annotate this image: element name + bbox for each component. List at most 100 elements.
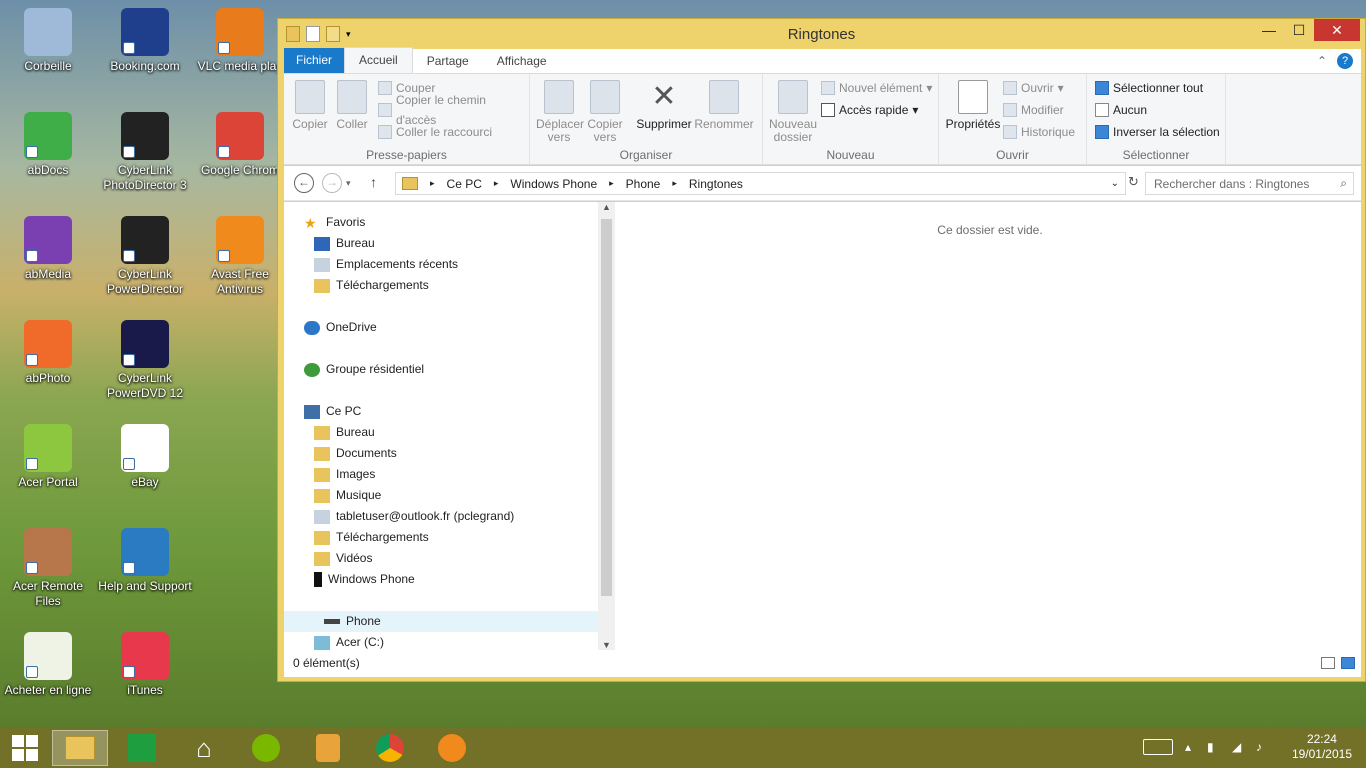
minimize-button[interactable]: —: [1254, 19, 1284, 41]
clock[interactable]: 22:24 19/01/2015: [1292, 732, 1352, 762]
taskbar-file-explorer[interactable]: [52, 730, 108, 766]
volume-icon[interactable]: ♪: [1256, 740, 1262, 754]
open-button[interactable]: Ouvrir ▾: [1003, 78, 1064, 98]
desktop-icon-acer-portal[interactable]: Acer Portal: [0, 424, 96, 490]
move-to-button[interactable]: Déplacer vers: [536, 80, 584, 144]
desktop-icon-abdocs[interactable]: abDocs: [0, 112, 96, 178]
nav-pc-desktop[interactable]: Bureau: [314, 422, 375, 443]
tab-file[interactable]: Fichier: [284, 48, 345, 73]
breadcrumb-this-pc[interactable]: Ce PC: [447, 177, 482, 191]
desktop-icon-vlc[interactable]: VLC media play: [192, 8, 288, 74]
desktop-icon-powerdvd[interactable]: CyberLink PowerDVD 12: [97, 320, 193, 401]
desktop-icon-chrome[interactable]: Google Chrom: [192, 112, 288, 178]
copy-path-button[interactable]: Copier le chemin d'accès: [378, 93, 529, 127]
paste-shortcut-button[interactable]: Coller le raccourci: [378, 122, 492, 142]
battery-icon[interactable]: ▮: [1207, 740, 1214, 754]
scrollbar-thumb[interactable]: [601, 219, 612, 596]
history-button[interactable]: Historique: [1003, 122, 1075, 142]
easy-access-button[interactable]: Accès rapide ▾: [821, 100, 918, 120]
nav-pc-user-account[interactable]: tabletuser@outlook.fr (pclegrand): [314, 506, 514, 527]
nav-recent[interactable]: Emplacements récents: [314, 254, 458, 275]
nav-homegroup[interactable]: Groupe résidentiel: [304, 359, 424, 380]
desktop-icon-avast[interactable]: Avast Free Antivirus: [192, 216, 288, 297]
taskbar-home[interactable]: ⌂: [176, 730, 232, 766]
delete-button[interactable]: ✕ Supprimer: [634, 80, 694, 131]
nav-pc-downloads[interactable]: Téléchargements: [314, 527, 429, 548]
shortcut-arrow-icon: [123, 42, 135, 54]
breadcrumb-phone[interactable]: Phone: [626, 177, 661, 191]
tab-share[interactable]: Partage: [413, 49, 483, 73]
desktop-icon-recycle-bin[interactable]: Corbeille: [0, 8, 96, 74]
new-item-button[interactable]: Nouvel élément ▾: [821, 78, 932, 98]
nav-pc-music[interactable]: Musique: [314, 485, 381, 506]
title-bar[interactable]: ▾ Ringtones — ☐ ✕: [278, 19, 1365, 49]
copy-button[interactable]: Copier: [290, 80, 330, 131]
desktop-icon-itunes[interactable]: iTunes: [97, 632, 193, 698]
nav-pc-documents[interactable]: Documents: [314, 443, 397, 464]
breadcrumb-ringtones[interactable]: Ringtones: [689, 177, 743, 191]
breadcrumb-windows-phone[interactable]: Windows Phone: [510, 177, 597, 191]
hard-drive-icon: [314, 635, 330, 650]
chevron-up-icon[interactable]: ▴: [1185, 740, 1191, 754]
move-to-icon: [544, 80, 574, 114]
chevron-down-icon[interactable]: ⌄: [1111, 178, 1119, 189]
search-input[interactable]: Rechercher dans : Ringtones ⌕: [1145, 172, 1354, 195]
paste-button[interactable]: Coller: [332, 80, 372, 131]
nav-pc-videos[interactable]: Vidéos: [314, 548, 372, 569]
rename-button[interactable]: Renommer: [694, 80, 754, 131]
desktop-icon-booking[interactable]: Booking.com: [97, 8, 193, 74]
shortcut-arrow-icon: [218, 42, 230, 54]
nav-desktop[interactable]: Bureau: [314, 233, 375, 254]
nav-onedrive[interactable]: OneDrive: [304, 317, 377, 338]
taskbar-chrome[interactable]: [362, 730, 418, 766]
desktop-icon-label: Acer Portal: [18, 475, 78, 489]
up-button[interactable]: ↑: [370, 174, 377, 190]
invert-selection-button[interactable]: Inverser la sélection: [1095, 122, 1220, 142]
large-icons-view-icon[interactable]: [1341, 657, 1355, 669]
nav-phone[interactable]: Phone: [284, 611, 598, 632]
select-none-button[interactable]: Aucun: [1095, 100, 1147, 120]
desktop-icon-ebay[interactable]: eBay: [97, 424, 193, 490]
properties-button[interactable]: Propriétés: [943, 80, 1003, 131]
tab-view[interactable]: Affichage: [483, 49, 561, 73]
copy-to-button[interactable]: Copier vers: [582, 80, 628, 144]
nav-windows-phone[interactable]: Windows Phone: [314, 569, 415, 590]
desktop-icon-photodirector[interactable]: CyberLink PhotoDirector 3: [97, 112, 193, 193]
edit-button[interactable]: Modifier: [1003, 100, 1064, 120]
help-icon[interactable]: ?: [1337, 53, 1353, 69]
itunes-icon: [121, 632, 169, 680]
desktop-icon-help-support[interactable]: Help and Support: [97, 528, 193, 594]
new-folder-button[interactable]: Nouveau dossier: [769, 80, 817, 144]
folder-icon: [314, 488, 330, 503]
address-path[interactable]: ▸ Ce PC ▸ Windows Phone ▸ Phone ▸ Ringto…: [395, 172, 1126, 195]
keyboard-icon[interactable]: [1143, 739, 1173, 755]
desktop-icon-acer-store[interactable]: Acheter en ligne: [0, 632, 96, 698]
recent-locations-icon[interactable]: ▾: [346, 178, 351, 189]
close-button[interactable]: ✕: [1314, 19, 1360, 41]
nav-favorites[interactable]: ★ Favoris: [304, 212, 365, 233]
desktop-icon-abmedia[interactable]: abMedia: [0, 216, 96, 282]
desktop-icon-powerdirector[interactable]: CyberLink PowerDirector: [97, 216, 193, 297]
chevron-down-icon[interactable]: ▼: [598, 640, 615, 650]
refresh-icon[interactable]: ↻: [1128, 174, 1144, 194]
network-icon[interactable]: ◢: [1232, 740, 1241, 754]
desktop-icon-abphoto[interactable]: abPhoto: [0, 320, 96, 386]
details-view-icon[interactable]: [1321, 657, 1335, 669]
maximize-button[interactable]: ☐: [1284, 19, 1314, 41]
desktop-icon-acer-remote-files[interactable]: Acer Remote Files: [0, 528, 96, 609]
taskbar-notes[interactable]: [300, 730, 356, 766]
nav-downloads[interactable]: Téléchargements: [314, 275, 429, 296]
tab-home[interactable]: Accueil: [344, 47, 413, 73]
start-button[interactable]: [0, 730, 50, 766]
taskbar-avast[interactable]: [424, 730, 480, 766]
taskbar-spotify[interactable]: [238, 730, 294, 766]
forward-button[interactable]: →: [322, 173, 342, 193]
chevron-up-icon[interactable]: ⌃: [1317, 49, 1337, 73]
nav-pc-images[interactable]: Images: [314, 464, 375, 485]
select-all-button[interactable]: Sélectionner tout: [1095, 78, 1203, 98]
back-button[interactable]: ←: [294, 173, 314, 193]
chevron-up-icon[interactable]: ▲: [598, 202, 615, 212]
taskbar-store[interactable]: [114, 730, 170, 766]
file-list[interactable]: Ce dossier est vide.: [619, 202, 1361, 650]
nav-this-pc[interactable]: Ce PC: [304, 401, 361, 422]
